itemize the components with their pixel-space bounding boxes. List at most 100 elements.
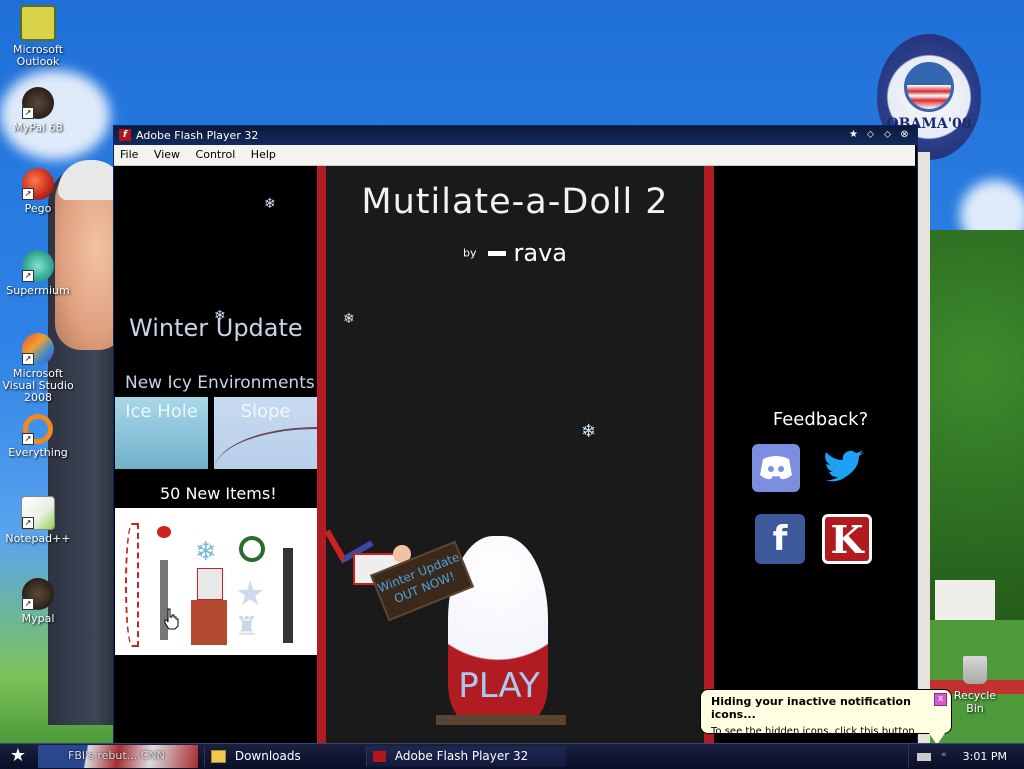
maximize-button[interactable]: ⬦ — [881, 128, 894, 141]
bench — [436, 715, 566, 725]
shortcut-arrow-icon: ↗ — [22, 433, 34, 445]
mypal-icon: ↗ — [22, 87, 54, 119]
facebook-icon: f — [772, 519, 788, 559]
menu-control[interactable]: Control — [190, 145, 242, 161]
menu-help[interactable]: Help — [245, 145, 282, 161]
supermium-icon: ↗ — [22, 250, 54, 282]
environment-slope[interactable]: Slope — [214, 397, 317, 469]
environment-label: Ice Hole — [125, 401, 198, 422]
desktop-icon-label: Notepad++ — [5, 532, 71, 545]
minimize-button[interactable]: ⬦ — [864, 128, 877, 141]
new-items-heading: 50 New Items! — [160, 484, 277, 503]
desktop-icon-supermium[interactable]: ↗ Supermium — [0, 250, 76, 297]
desktop-icon-mypal[interactable]: ↗ Mypal — [0, 578, 76, 625]
play-button[interactable]: PLAY — [444, 666, 554, 706]
menu-file[interactable]: File — [114, 145, 144, 161]
mypal-icon: ↗ — [22, 578, 54, 610]
right-feedback-panel: Feedback? f K — [714, 166, 917, 746]
desktop-icon-outlook[interactable]: Microsoft Outlook — [0, 5, 76, 68]
game-title: Mutilate-a-Doll 2 — [361, 182, 669, 222]
taskbar-item-flash-player[interactable]: Adobe Flash Player 32 — [366, 746, 566, 767]
new-environments-heading: New Icy Environments! — [125, 373, 322, 393]
kongregate-icon: K — [830, 516, 864, 562]
clock[interactable]: 3:01 PM — [963, 750, 1007, 763]
snowflake-icon: ❄ — [214, 308, 226, 324]
hand-cursor-icon — [164, 608, 179, 630]
visual-studio-icon: ↗ — [22, 333, 54, 365]
star-icon[interactable]: ★ — [847, 128, 860, 141]
byline-author: rava — [513, 239, 567, 267]
shortcut-arrow-icon: ↗ — [22, 188, 34, 200]
system-tray: « 3:01 PM — [908, 745, 1024, 768]
taskbar-pinned-text: FBI's rebut... CNN — [68, 749, 165, 762]
taskbar-item-downloads[interactable]: Downloads — [204, 746, 364, 767]
taskbar-flag-decoration[interactable]: FBI's rebut... CNN — [38, 745, 198, 768]
obama-logo-icon — [904, 62, 954, 112]
gift-item — [197, 568, 223, 600]
balloon-close-button[interactable]: x — [934, 693, 947, 706]
start-button[interactable]: ★ — [6, 746, 30, 766]
desktop-icon-label: Recycle Bin — [953, 689, 997, 715]
twitter-icon — [825, 450, 865, 482]
menu-bar: File View Control Help — [114, 145, 915, 166]
desktop-icon-label: Microsoft Outlook — [12, 43, 64, 68]
flash-player-window: f Adobe Flash Player 32 ★ ⬦ ⬦ ⊗ File Vie… — [113, 125, 918, 747]
window-titlebar[interactable]: f Adobe Flash Player 32 ★ ⬦ ⬦ ⊗ — [114, 126, 917, 145]
close-button[interactable]: ⊗ — [898, 128, 911, 141]
byline: by rava — [326, 239, 704, 267]
environment-label: Slope — [240, 401, 291, 422]
notification-balloon[interactable]: Hiding your inactive notification icons.… — [700, 689, 952, 745]
facebook-button[interactable]: f — [755, 514, 805, 564]
snowflake-icon: ❄ — [264, 196, 276, 212]
window-controls: ★ ⬦ ⬦ ⊗ — [847, 128, 911, 141]
keyboard-icon[interactable] — [917, 753, 931, 761]
taskbar: ★ FBI's rebut... CNN Downloads Adobe Fla… — [0, 743, 1024, 769]
desktop-icon-pego[interactable]: ↗ Pego — [0, 168, 76, 215]
snowflake-icon: ❄ — [581, 421, 597, 442]
desktop-icon-recycle-bin[interactable]: Recycle Bin — [950, 656, 1000, 715]
desktop-icon-label: MyPal 68 — [13, 121, 63, 134]
slope-curve — [214, 427, 317, 469]
recycle-bin-icon — [963, 656, 987, 684]
snowflake-ornament-item: ❄ — [195, 537, 217, 567]
taskbar-item-label: Downloads — [234, 749, 301, 763]
rava-logo-dash — [488, 250, 506, 256]
desktop-icon-notepadpp[interactable]: ↗ Notepad++ — [0, 496, 76, 545]
desktop-icon-label: Everything — [8, 446, 68, 459]
new-items-preview: ❄ ★ ♜ — [115, 508, 317, 655]
shortcut-arrow-icon: ↗ — [22, 517, 34, 529]
balloon-body: To see the hidden icons, click this butt… — [711, 726, 918, 737]
shortcut-arrow-icon: ↗ — [22, 270, 34, 282]
red-divider-left — [317, 166, 326, 746]
flash-stage[interactable]: ❄ Winter Update ❄ New Icy Environments! … — [114, 166, 917, 746]
desktop-icon-label: Pego — [24, 202, 52, 215]
window-title: Adobe Flash Player 32 — [136, 129, 259, 142]
ice-castle-item: ♜ — [235, 612, 259, 642]
desktop-icon-everything[interactable]: ↗ Everything — [0, 414, 76, 459]
red-divider-right — [704, 166, 714, 746]
feedback-heading: Feedback? — [772, 409, 869, 430]
shortcut-arrow-icon: ↗ — [22, 107, 34, 119]
everything-icon: ↗ — [22, 414, 53, 445]
shortcut-arrow-icon: ↗ — [22, 353, 34, 365]
kongregate-button[interactable]: K — [822, 514, 872, 564]
byline-by: by — [463, 246, 477, 260]
twitter-button[interactable] — [821, 444, 869, 492]
desktop-icon-label: Microsoft Visual Studio 2008 — [2, 367, 74, 404]
flash-icon — [373, 751, 386, 762]
desktop-icon-mypal68[interactable]: ↗ MyPal 68 — [0, 87, 76, 134]
discord-button[interactable] — [752, 444, 800, 492]
flash-icon: f — [119, 129, 131, 141]
folder-icon — [211, 750, 226, 763]
lamp-item — [283, 548, 293, 643]
desktop-icon-visual-studio[interactable]: ↗ Microsoft Visual Studio 2008 — [0, 333, 76, 404]
shortcut-arrow-icon: ↗ — [22, 598, 34, 610]
candy-cane-item — [125, 523, 139, 647]
show-hidden-icons-button[interactable]: « — [941, 750, 947, 760]
discord-icon — [760, 456, 792, 480]
menu-view[interactable]: View — [148, 145, 186, 161]
snowflake-icon: ❄ — [343, 311, 355, 327]
left-info-panel: ❄ Winter Update ❄ New Icy Environments! … — [114, 166, 322, 746]
pego-icon: ↗ — [22, 168, 54, 200]
environment-ice-hole[interactable]: Ice Hole — [115, 397, 208, 469]
